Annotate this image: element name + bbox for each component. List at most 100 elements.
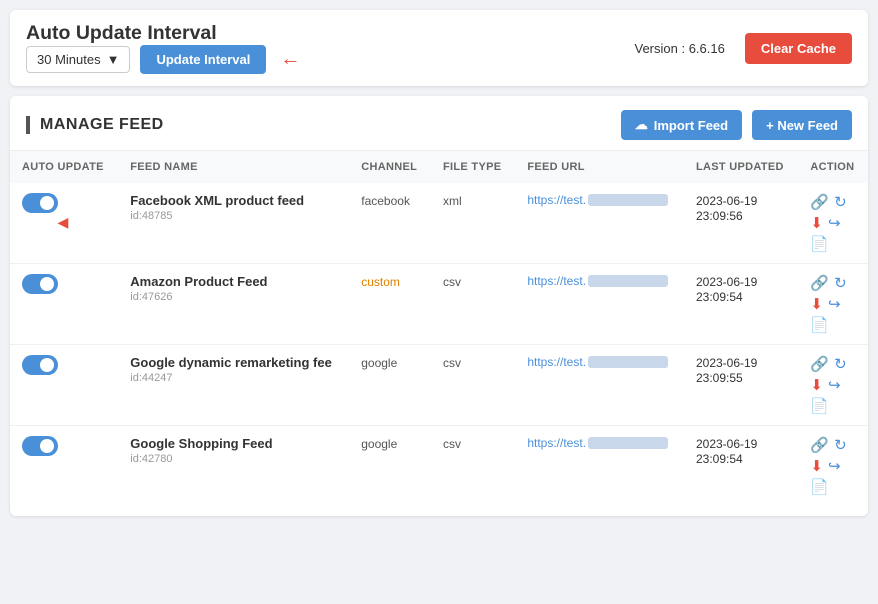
table-row: Google Shopping Feedid:42780 google csvhtt…	[10, 426, 868, 507]
action-row-2: ⬇ ↪	[810, 214, 856, 232]
action-cell: 🔗 ↻ ⬇ ↪ 📄	[798, 345, 868, 426]
auto-update-toggle[interactable]	[22, 436, 58, 456]
feed-url-cell: https://test.	[515, 264, 684, 345]
action-row-1: 🔗 ↻	[810, 193, 856, 211]
file-type-cell: csv	[431, 426, 515, 507]
col-file-type: FILE TYPE	[431, 151, 515, 183]
action-cell: 🔗 ↻ ⬇ ↪ 📄	[798, 264, 868, 345]
feed-name-cell: Google dynamic remarketing feeid:44247	[118, 345, 349, 426]
top-card: Auto Update Interval 30 Minutes ▼ Update…	[10, 10, 868, 86]
action-icons-group: 🔗 ↻ ⬇ ↪ 📄	[810, 436, 856, 496]
download-icon[interactable]: ⬇	[810, 214, 823, 232]
action-icons-group: 🔗 ↻ ⬇ ↪ 📄	[810, 274, 856, 334]
share-icon[interactable]: ↪	[828, 457, 841, 475]
col-action: ACTION	[798, 151, 868, 183]
document-icon[interactable]: 📄	[810, 235, 829, 253]
feed-url-text[interactable]: https://test.	[527, 436, 586, 450]
header-actions: ☁ Import Feed + New Feed	[621, 110, 852, 140]
channel-label: google	[361, 437, 397, 451]
feed-url-blur	[588, 194, 668, 206]
feed-id-text: id:44247	[130, 372, 337, 384]
file-type-label: csv	[443, 275, 461, 289]
auto-update-cell	[10, 426, 118, 507]
version-label: Version : 6.6.16	[635, 41, 725, 56]
col-last-updated: LAST UPDATED	[684, 151, 798, 183]
feed-url-blur	[588, 275, 668, 287]
auto-update-cell	[10, 345, 118, 426]
feed-url-blur	[588, 437, 668, 449]
download-icon[interactable]: ⬇	[810, 376, 823, 394]
import-feed-button[interactable]: ☁ Import Feed	[621, 110, 742, 140]
external-link-icon[interactable]: 🔗	[810, 193, 829, 211]
file-type-label: xml	[443, 194, 462, 208]
refresh-icon[interactable]: ↻	[834, 436, 847, 454]
feed-id-text: id:47626	[130, 291, 337, 303]
share-icon[interactable]: ↪	[828, 376, 841, 394]
document-icon[interactable]: 📄	[810, 397, 829, 415]
interval-selected-label: 30 Minutes	[37, 52, 101, 67]
auto-update-toggle[interactable]	[22, 355, 58, 375]
auto-update-toggle[interactable]	[22, 193, 58, 213]
channel-label: google	[361, 356, 397, 370]
refresh-icon[interactable]: ↻	[834, 274, 847, 292]
channel-label: custom	[361, 275, 400, 289]
file-type-cell: csv	[431, 345, 515, 426]
table-row: Amazon Product Feed id:47626 custom csv http…	[10, 264, 868, 345]
feed-name-text: Amazon Product Feed	[130, 274, 337, 289]
refresh-icon[interactable]: ↻	[834, 355, 847, 373]
feed-url-cell: https://test.	[515, 426, 684, 507]
chevron-down-icon: ▼	[107, 52, 120, 67]
action-row-3: 📄	[810, 316, 856, 334]
document-icon[interactable]: 📄	[810, 316, 829, 334]
action-icons-group: 🔗 ↻ ⬇ ↪ 📄	[810, 193, 856, 253]
action-row-1: 🔗 ↻	[810, 274, 856, 292]
action-row-1: 🔗 ↻	[810, 355, 856, 373]
action-cell: 🔗 ↻ ⬇ ↪ 📄	[798, 183, 868, 264]
action-row-2: ⬇ ↪	[810, 457, 856, 475]
top-card-controls: 30 Minutes ▼ Update Interval ←	[26, 45, 300, 74]
action-row-2: ⬇ ↪	[810, 295, 856, 313]
col-auto-update: AUTO UPDATE	[10, 151, 118, 183]
feed-id-text: id:48785	[130, 210, 337, 222]
share-icon[interactable]: ↪	[828, 214, 841, 232]
action-row-3: 📄	[810, 478, 856, 496]
action-icons-group: 🔗 ↻ ⬇ ↪ 📄	[810, 355, 856, 415]
auto-update-title: Auto Update Interval	[26, 22, 300, 45]
action-row-3: 📄	[810, 397, 856, 415]
feed-url-text[interactable]: https://test.	[527, 274, 586, 288]
document-icon[interactable]: 📄	[810, 478, 829, 496]
external-link-icon[interactable]: 🔗	[810, 274, 829, 292]
last-updated-text: 2023-06-1923:09:54	[696, 275, 757, 304]
last-updated-text: 2023-06-1923:09:54	[696, 437, 757, 466]
feed-url-text[interactable]: https://test.	[527, 193, 586, 207]
interval-select[interactable]: 30 Minutes ▼	[26, 46, 130, 73]
update-interval-button[interactable]: Update Interval	[140, 45, 266, 74]
feed-url-cell: https://test.	[515, 183, 684, 264]
main-card: MANAGE FEED ☁ Import Feed + New Feed AUT…	[10, 96, 868, 516]
channel-cell: google	[349, 345, 431, 426]
clear-cache-button[interactable]: Clear Cache	[745, 33, 852, 64]
table-row: ◄Facebook XML product feedid:48785facebo…	[10, 183, 868, 264]
file-type-label: csv	[443, 356, 461, 370]
manage-feed-title: MANAGE FEED	[26, 116, 164, 134]
auto-update-cell	[10, 264, 118, 345]
download-icon[interactable]: ⬇	[810, 457, 823, 475]
new-feed-button[interactable]: + New Feed	[752, 110, 852, 140]
channel-cell: facebook	[349, 183, 431, 264]
col-feed-name: FEED NAME	[118, 151, 349, 183]
action-cell: 🔗 ↻ ⬇ ↪ 📄	[798, 426, 868, 507]
last-updated-cell: 2023-06-1923:09:54	[684, 426, 798, 507]
feed-name-cell: Google Shopping Feedid:42780	[118, 426, 349, 507]
table-header-row: AUTO UPDATE FEED NAME CHANNEL FILE TYPE …	[10, 151, 868, 183]
auto-update-toggle[interactable]	[22, 274, 58, 294]
feed-url-text[interactable]: https://test.	[527, 355, 586, 369]
refresh-icon[interactable]: ↻	[834, 193, 847, 211]
share-icon[interactable]: ↪	[828, 295, 841, 313]
external-link-icon[interactable]: 🔗	[810, 355, 829, 373]
arrow-indicator-icon: ←	[280, 48, 300, 71]
external-link-icon[interactable]: 🔗	[810, 436, 829, 454]
manage-feed-header: MANAGE FEED ☁ Import Feed + New Feed	[10, 96, 868, 151]
top-card-left: Auto Update Interval 30 Minutes ▼ Update…	[26, 22, 300, 74]
download-icon[interactable]: ⬇	[810, 295, 823, 313]
last-updated-text: 2023-06-1923:09:55	[696, 356, 757, 385]
